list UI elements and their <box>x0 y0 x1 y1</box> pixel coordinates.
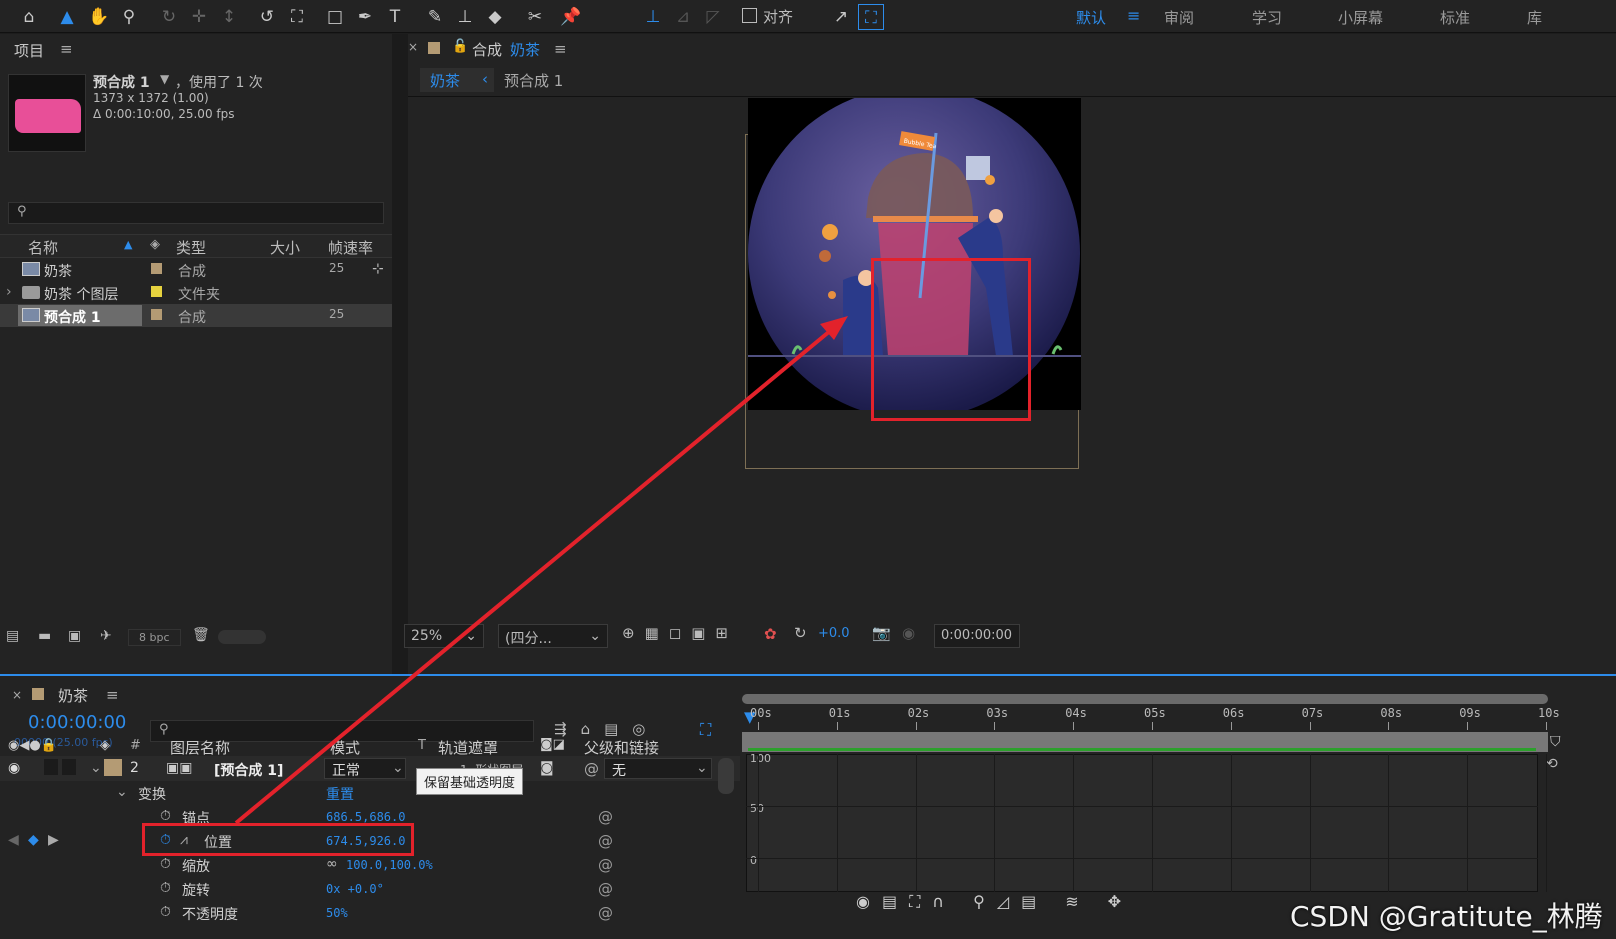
watermark: CSDN @Gratitute_林腾 <box>1290 900 1603 933</box>
annotation-arrow <box>234 316 848 825</box>
